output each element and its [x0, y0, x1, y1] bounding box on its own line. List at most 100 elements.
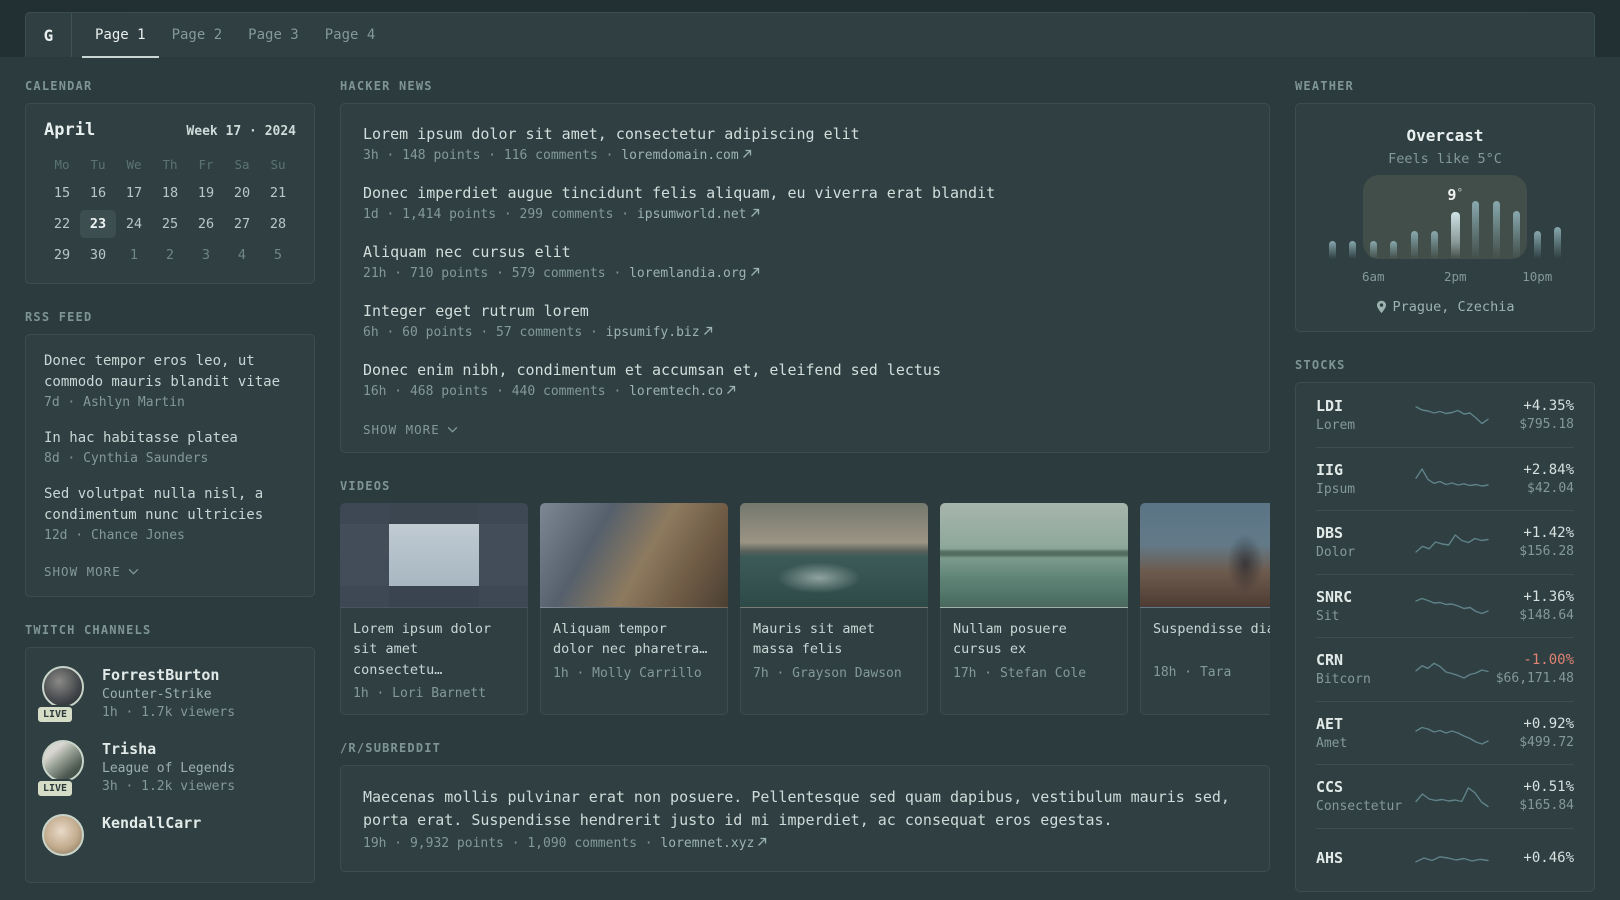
rss-item[interactable]: In hac habitasse platea 8d · Cynthia Sau… [44, 428, 296, 466]
app-logo[interactable]: G [26, 13, 72, 57]
stock-change: +1.36% [1523, 588, 1574, 605]
hackernews-item-domain[interactable]: ipsumify.biz [606, 325, 700, 340]
rss-item[interactable]: Donec tempor eros leo, ut commodo mauris… [44, 351, 296, 410]
video-thumbnail[interactable] [340, 503, 528, 608]
stock-row[interactable]: AET Amet +0.92% $499.72 [1316, 700, 1574, 765]
calendar-day[interactable]: 1 [116, 241, 152, 269]
rss-item[interactable]: Sed volutpat nulla nisl, a condimentum n… [44, 484, 296, 543]
tab-page-1[interactable]: Page 1 [82, 13, 159, 58]
weather-hour-label: 10pm [1522, 269, 1553, 284]
stock-row[interactable]: CCS Consectetur +0.51% $165.84 [1316, 764, 1574, 828]
stock-name: Ipsum [1316, 481, 1356, 497]
calendar-day[interactable]: 30 [80, 241, 116, 269]
twitch-channel-name[interactable]: Trisha [102, 740, 235, 758]
video-title[interactable]: Lorem ipsum dolor sit amet consectetu… [353, 619, 515, 680]
calendar-day[interactable]: 22 [44, 210, 80, 238]
stock-row[interactable]: DBS Dolor +1.42% $156.28 [1316, 510, 1574, 574]
hackernews-item-domain[interactable]: loremdomain.com [621, 148, 738, 163]
video-thumbnail[interactable] [1140, 503, 1270, 608]
hackernews-show-more-button[interactable]: SHOW MORE [363, 422, 458, 437]
calendar-day[interactable]: 4 [224, 241, 260, 269]
chevron-down-icon [447, 426, 458, 433]
hackernews-item-title[interactable]: Integer eget rutrum lorem [363, 301, 1247, 322]
header-zone: G Page 1 Page 2 Page 3 Page 4 [0, 0, 1620, 58]
tab-page-4[interactable]: Page 4 [312, 13, 389, 58]
calendar-day[interactable]: 2 [152, 241, 188, 269]
calendar-day[interactable]: 19 [188, 179, 224, 207]
external-link-icon [750, 208, 759, 217]
video-card[interactable]: Mauris sit amet massa felis 7h · Grayson… [740, 503, 928, 715]
calendar-day[interactable]: 27 [224, 210, 260, 238]
stock-row[interactable]: AHS +0.46% [1316, 827, 1574, 892]
hackernews-item-domain[interactable]: ipsumworld.net [637, 207, 747, 222]
live-badge: LIVE [36, 779, 75, 798]
calendar-day[interactable]: 3 [188, 241, 224, 269]
calendar-day[interactable]: 29 [44, 241, 80, 269]
stock-values: -1.00% $66,171.48 [1492, 652, 1574, 686]
twitch-channel-row[interactable]: KendallCarr [42, 814, 298, 856]
hackernews-item-title[interactable]: Donec imperdiet augue tincidunt felis al… [363, 183, 1247, 204]
stock-row[interactable]: CRN Bitcorn -1.00% $66,171.48 [1316, 637, 1574, 701]
video-title[interactable]: Mauris sit amet massa felis [753, 619, 915, 660]
weather-section: WEATHER Overcast Feels like 5°C 9° 6am 2p… [1295, 79, 1595, 332]
video-thumbnail[interactable] [540, 503, 728, 608]
weather-location-row[interactable]: Prague, Czechia [1316, 299, 1574, 315]
stock-identity: AET Amet [1316, 715, 1412, 751]
stock-change: +0.46% [1523, 850, 1574, 867]
video-title[interactable]: Nullam posuere cursus ex [953, 619, 1115, 660]
twitch-channel-name[interactable]: KendallCarr [102, 814, 201, 832]
calendar-day[interactable]: 16 [80, 179, 116, 207]
hackernews-item-domain[interactable]: loremtech.co [629, 384, 723, 399]
stocks-section-title: STOCKS [1295, 358, 1346, 372]
rss-item-title[interactable]: In hac habitasse platea [44, 428, 296, 449]
rss-item-title[interactable]: Donec tempor eros leo, ut commodo mauris… [44, 351, 296, 393]
calendar-day[interactable]: 17 [116, 179, 152, 207]
video-title[interactable]: Aliquam tempor dolor nec pharetra… [553, 619, 715, 660]
calendar-day[interactable]: 21 [260, 179, 296, 207]
hackernews-item: Aliquam nec cursus elit 21h · 710 points… [363, 242, 1247, 281]
video-meta: 1h · Lori Barnett [353, 685, 487, 701]
tab-page-3[interactable]: Page 3 [235, 13, 312, 58]
stock-values: +2.84% $42.04 [1492, 462, 1574, 496]
rss-show-more-button[interactable]: SHOW MORE [44, 564, 139, 579]
video-card[interactable]: Lorem ipsum dolor sit amet consectetu… 1… [340, 503, 528, 715]
twitch-channel-game: Counter-Strike [102, 687, 212, 702]
calendar-day[interactable]: 18 [152, 179, 188, 207]
subreddit-post-domain[interactable]: loremnet.xyz [660, 836, 754, 851]
video-thumbnail[interactable] [940, 503, 1128, 608]
videos-section-title: VIDEOS [340, 479, 391, 493]
calendar-day[interactable]: 20 [224, 179, 260, 207]
video-thumbnail[interactable] [740, 503, 928, 608]
meta-text: 16h · 468 points · 440 comments · [363, 384, 630, 399]
twitch-avatar-wrap [42, 814, 86, 856]
hackernews-item-domain[interactable]: loremlandia.org [629, 266, 746, 281]
weather-hour-labels: 6am 2pm 10pm [1322, 267, 1568, 285]
hackernews-item-title[interactable]: Lorem ipsum dolor sit amet, consectetur … [363, 124, 1247, 145]
twitch-section-title: TWITCH CHANNELS [25, 623, 152, 637]
rss-card: Donec tempor eros leo, ut commodo mauris… [25, 334, 315, 597]
calendar-day[interactable]: 5 [260, 241, 296, 269]
stock-row[interactable]: LDI Lorem +4.35% $795.18 [1316, 383, 1574, 447]
video-card[interactable]: Suspendisse diam 18h · Tara [1140, 503, 1270, 715]
video-title[interactable]: Suspendisse diam [1153, 619, 1270, 659]
calendar-day[interactable]: 15 [44, 179, 80, 207]
subreddit-post-title[interactable]: Maecenas mollis pulvinar erat non posuer… [363, 786, 1247, 833]
calendar-day[interactable]: 25 [152, 210, 188, 238]
hackernews-item-title[interactable]: Aliquam nec cursus elit [363, 242, 1247, 263]
twitch-channel-row[interactable]: LIVE Trisha League of Legends 3h · 1.2k … [36, 740, 298, 798]
stock-row[interactable]: SNRC Sit +1.36% $148.64 [1316, 573, 1574, 638]
twitch-channel-name[interactable]: ForrestBurton [102, 666, 235, 684]
video-card[interactable]: Nullam posuere cursus ex 17h · Stefan Co… [940, 503, 1128, 715]
calendar-weekday: Fr [198, 157, 214, 172]
video-card[interactable]: Aliquam tempor dolor nec pharetra… 1h · … [540, 503, 728, 715]
rss-item-title[interactable]: Sed volutpat nulla nisl, a condimentum n… [44, 484, 296, 526]
calendar-day[interactable]: 28 [260, 210, 296, 238]
hackernews-item-title[interactable]: Donec enim nibh, condimentum et accumsan… [363, 360, 1247, 381]
calendar-day[interactable]: 26 [188, 210, 224, 238]
calendar-day[interactable]: 23 [80, 210, 116, 238]
tab-page-2[interactable]: Page 2 [159, 13, 236, 58]
stock-row[interactable]: IIG Ipsum +2.84% $42.04 [1316, 446, 1574, 511]
calendar-day[interactable]: 24 [116, 210, 152, 238]
twitch-channel-row[interactable]: LIVE ForrestBurton Counter-Strike 1h · 1… [36, 666, 298, 724]
meta-text: 19h · 9,932 points · 1,090 comments · [363, 836, 661, 852]
